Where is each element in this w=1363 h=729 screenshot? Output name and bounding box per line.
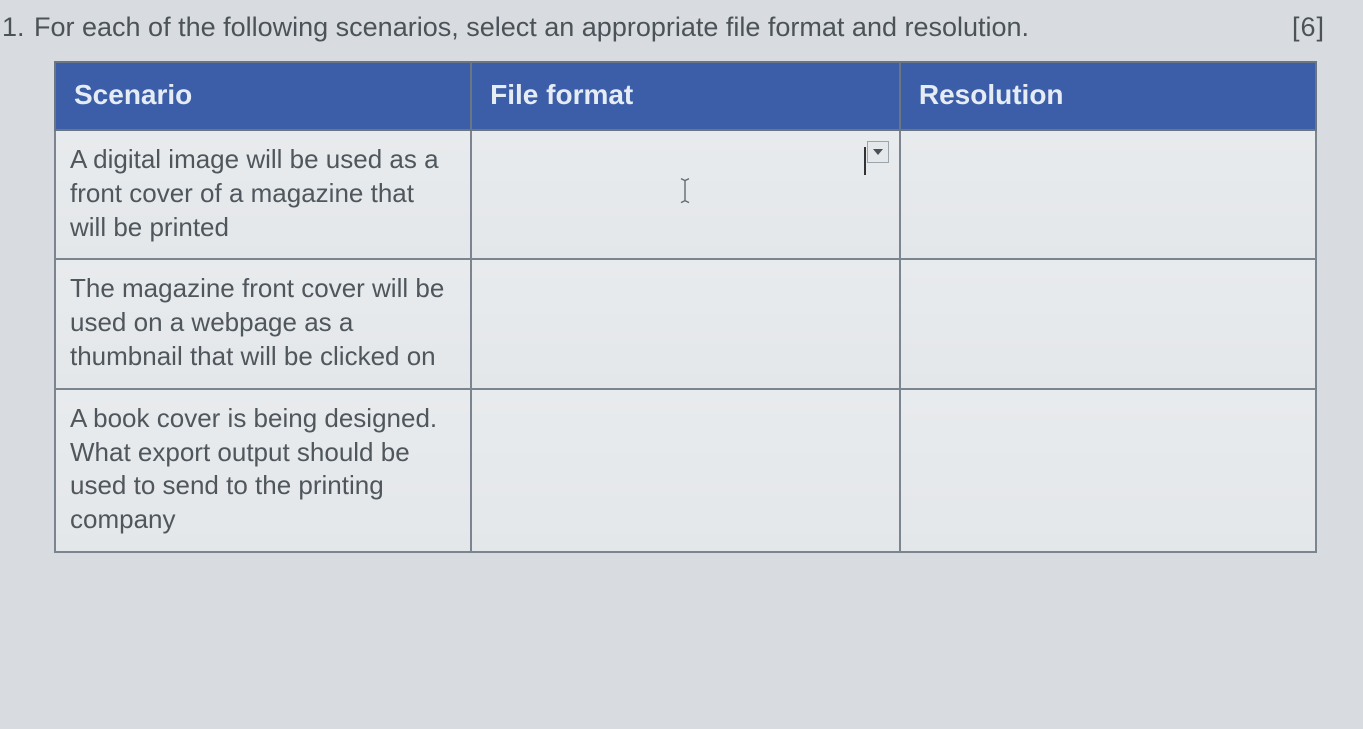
scenario-cell: The magazine front cover will be used on…	[55, 259, 471, 388]
file-format-cell[interactable]	[471, 259, 900, 388]
file-format-cell[interactable]	[471, 389, 900, 552]
resolution-cell[interactable]	[900, 130, 1316, 259]
scenario-table: Scenario File format Resolution A digita…	[54, 61, 1317, 553]
scenario-cell: A digital image will be used as a front …	[55, 130, 471, 259]
resolution-cell[interactable]	[900, 259, 1316, 388]
table-row: A book cover is being designed. What exp…	[55, 389, 1316, 552]
question-number: 1.	[0, 12, 34, 43]
scenario-table-wrapper: Scenario File format Resolution A digita…	[54, 61, 1317, 553]
table-row: The magazine front cover will be used on…	[55, 259, 1316, 388]
dropdown-arrow-icon[interactable]	[867, 141, 889, 163]
question-wrapper: 1. For each of the following scenarios, …	[0, 12, 1343, 553]
text-caret	[864, 147, 866, 175]
resolution-cell[interactable]	[900, 389, 1316, 552]
file-format-input[interactable]	[486, 144, 855, 175]
header-scenario: Scenario	[55, 62, 471, 130]
scenario-cell: A book cover is being designed. What exp…	[55, 389, 471, 552]
question-line: 1. For each of the following scenarios, …	[0, 12, 1343, 43]
file-format-dropdown-cell[interactable]	[471, 130, 900, 259]
table-row: A digital image will be used as a front …	[55, 130, 1316, 259]
question-text: For each of the following scenarios, sel…	[34, 12, 1283, 43]
header-resolution: Resolution	[900, 62, 1316, 130]
text-cursor-icon	[677, 176, 693, 213]
header-file-format: File format	[471, 62, 900, 130]
question-marks: [6]	[1283, 12, 1343, 43]
table-header-row: Scenario File format Resolution	[55, 62, 1316, 130]
